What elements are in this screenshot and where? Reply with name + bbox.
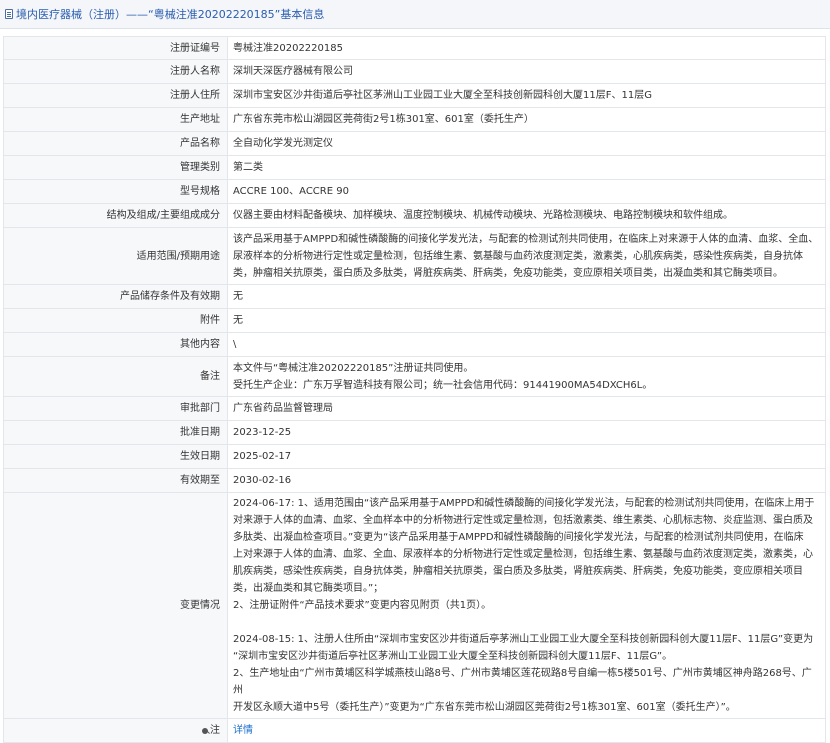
value-product-name: 全自动化学发光测定仪: [227, 131, 826, 156]
label-approval-date: 批准日期: [3, 420, 228, 445]
value-scope: 该产品采用基于AMPPD和碱性磷酸酶的间接化学发光法，与配套的检测试剂共同使用，…: [227, 227, 826, 285]
label-reg-no: 注册证编号: [3, 36, 228, 60]
magnifier-icon: [202, 728, 208, 734]
change-line: 2、注册证附件“产品技术要求”变更内容见附页（共1页）。: [233, 600, 492, 611]
change-line: 开发区永顺大道中5号（委托生产）”变更为“广东省东莞市松山湖园区莞荷街2号1栋3…: [233, 702, 736, 713]
label-structure: 结构及组成/主要组成成分: [3, 203, 228, 228]
change-line: 多肽类、出凝血检查项目。”变更为“该产品采用基于AMPPD和碱性磷酸酶的间接化学…: [233, 532, 804, 543]
row-structure: 结构及组成/主要组成成分 仪器主要由材料配备模块、加样模块、温度控制模块、机械传…: [3, 203, 826, 228]
label-storage: 产品储存条件及有效期: [3, 284, 228, 309]
remark-line: 受托生产企业：广东万孚智造科技有限公司；统一社会信用代码：91441900MA5…: [233, 379, 653, 391]
row-approval-date: 批准日期 2023-12-25: [3, 420, 826, 445]
value-approval-date: 2023-12-25: [227, 420, 826, 445]
label-expiry-date: 有效期至: [3, 468, 228, 493]
row-registrant-address: 注册人住所 深圳市宝安区沙井街道后亭社区茅洲山工业园工业大厦全至科技创新园科创大…: [3, 83, 826, 108]
page-header: 境内医疗器械（注册）——“粤械注准20202220185”基本信息: [0, 0, 830, 29]
change-line: 对来源于人体的血清、血浆、全血样本中的分析物进行定性或定量检测，包括激素类、维生…: [233, 515, 813, 526]
label-production-address: 生产地址: [3, 107, 228, 132]
row-effective-date: 生效日期 2025-02-17: [3, 444, 826, 469]
value-remark: 本文件与“粤械注准20202220185”注册证共同使用。 受托生产企业：广东万…: [227, 356, 826, 397]
value-management-class: 第二类: [227, 155, 826, 180]
value-registrant: 深圳天深医疗器械有限公司: [227, 59, 826, 84]
row-model: 型号规格 ACCRE 100、ACCRE 90: [3, 179, 826, 204]
document-icon: [5, 9, 13, 19]
row-changes: 变更情况 2024-06-17: 1、适用范围由“该产品采用基于AMPPD和碱性…: [3, 492, 826, 719]
scope-line: 尿液样本的分析物进行定性或定量检测，包括维生素、氨基酸与血药浓度测定类，激素类，…: [233, 250, 803, 262]
label-model: 型号规格: [3, 179, 228, 204]
value-expiry-date: 2030-02-16: [227, 468, 826, 493]
label-registrant: 注册人名称: [3, 59, 228, 84]
row-scope: 适用范围/预期用途 该产品采用基于AMPPD和碱性磷酸酶的间接化学发光法，与配套…: [3, 227, 826, 285]
row-reg-no: 注册证编号 粤械注准20202220185: [3, 36, 826, 60]
label-effective-date: 生效日期: [3, 444, 228, 469]
row-product-name: 产品名称 全自动化学发光测定仪: [3, 131, 826, 156]
value-note: 详情: [227, 718, 826, 743]
value-structure: 仪器主要由材料配备模块、加样模块、温度控制模块、机械传动模块、光路检测模块、电路…: [227, 203, 826, 228]
value-registrant-address: 深圳市宝安区沙井街道后亭社区茅洲山工业园工业大厦全至科技创新园科创大厦11层F、…: [227, 83, 826, 108]
label-attachment: 附件: [3, 308, 228, 333]
label-scope: 适用范围/预期用途: [3, 227, 228, 285]
details-link[interactable]: 详情: [233, 725, 253, 736]
change-line: 类，出凝血类和其它酶类项目。”；: [233, 583, 384, 594]
label-other: 其他内容: [3, 332, 228, 357]
value-changes: 2024-06-17: 1、适用范围由“该产品采用基于AMPPD和碱性磷酸酶的间…: [227, 492, 826, 719]
value-reg-no: 粤械注准20202220185: [227, 36, 826, 60]
row-approval-dept: 审批部门 广东省药品监督管理局: [3, 396, 826, 421]
value-model: ACCRE 100、ACCRE 90: [227, 179, 826, 204]
change-spacer: [233, 614, 821, 631]
row-registrant: 注册人名称 深圳天深医疗器械有限公司: [3, 59, 826, 84]
change-line: 2024-06-17: 1、适用范围由“该产品采用基于AMPPD和碱性磷酸酶的间…: [233, 498, 815, 509]
row-attachment: 附件 无: [3, 308, 826, 333]
label-management-class: 管理类别: [3, 155, 228, 180]
change-line: 上对来源于人体的血清、血浆、全血、尿液样本的分析物进行定性或定量检测，包括维生素…: [233, 549, 813, 560]
label-registrant-address: 注册人住所: [3, 83, 228, 108]
row-storage: 产品储存条件及有效期 无: [3, 284, 826, 309]
remark-line: 本文件与“粤械注准20202220185”注册证共同使用。: [233, 362, 474, 374]
value-production-address: 广东省东莞市松山湖园区莞荷街2号1栋301室、601室（委托生产）: [227, 107, 826, 132]
scope-line: 类，肿瘤相关抗原类，蛋白质及多肽类，肾脏疾病类、肝病类，免疫功能类，变应原相关项…: [233, 267, 783, 279]
row-other: 其他内容 \: [3, 332, 826, 357]
row-production-address: 生产地址 广东省东莞市松山湖园区莞荷街2号1栋301室、601室（委托生产）: [3, 107, 826, 132]
change-line: 2、生产地址由“广州市黄埔区科学城燕枝山路8号、广州市黄埔区莲花砚路8号自编一栋…: [233, 668, 812, 696]
label-product-name: 产品名称: [3, 131, 228, 156]
row-management-class: 管理类别 第二类: [3, 155, 826, 180]
row-remark: 备注 本文件与“粤械注准20202220185”注册证共同使用。 受托生产企业：…: [3, 356, 826, 397]
value-storage: 无: [227, 284, 826, 309]
scope-line: 该产品采用基于AMPPD和碱性磷酸酶的间接化学发光法，与配套的检测试剂共同使用，…: [233, 233, 819, 245]
value-other: \: [227, 332, 826, 357]
row-note: 注 详情: [3, 718, 826, 743]
value-effective-date: 2025-02-17: [227, 444, 826, 469]
change-line: 2024-08-15: 1、注册人住所由“深圳市宝安区沙井街道后亭茅洲山工业园工…: [233, 634, 814, 645]
row-expiry-date: 有效期至 2030-02-16: [3, 468, 826, 493]
change-line: “深圳市宝安区沙井街道后亭社区茅洲山工业园工业大厦全至科技创新园科创大厦11层F…: [233, 651, 673, 662]
registration-info-table: 注册证编号 粤械注准20202220185 注册人名称 深圳天深医疗器械有限公司…: [3, 36, 826, 743]
label-note: 注: [3, 718, 228, 743]
label-changes: 变更情况: [3, 492, 228, 719]
label-remark: 备注: [3, 356, 228, 397]
value-attachment: 无: [227, 308, 826, 333]
note-label-text: 注: [210, 725, 220, 736]
label-approval-dept: 审批部门: [3, 396, 228, 421]
value-approval-dept: 广东省药品监督管理局: [227, 396, 826, 421]
page-title: 境内医疗器械（注册）——“粤械注准20202220185”基本信息: [16, 8, 325, 21]
change-line: 肌疾病类，感染性疾病类，自身抗体类，肿瘤相关抗原类，蛋白质及多肽类，肾脏疾病类、…: [233, 566, 803, 577]
